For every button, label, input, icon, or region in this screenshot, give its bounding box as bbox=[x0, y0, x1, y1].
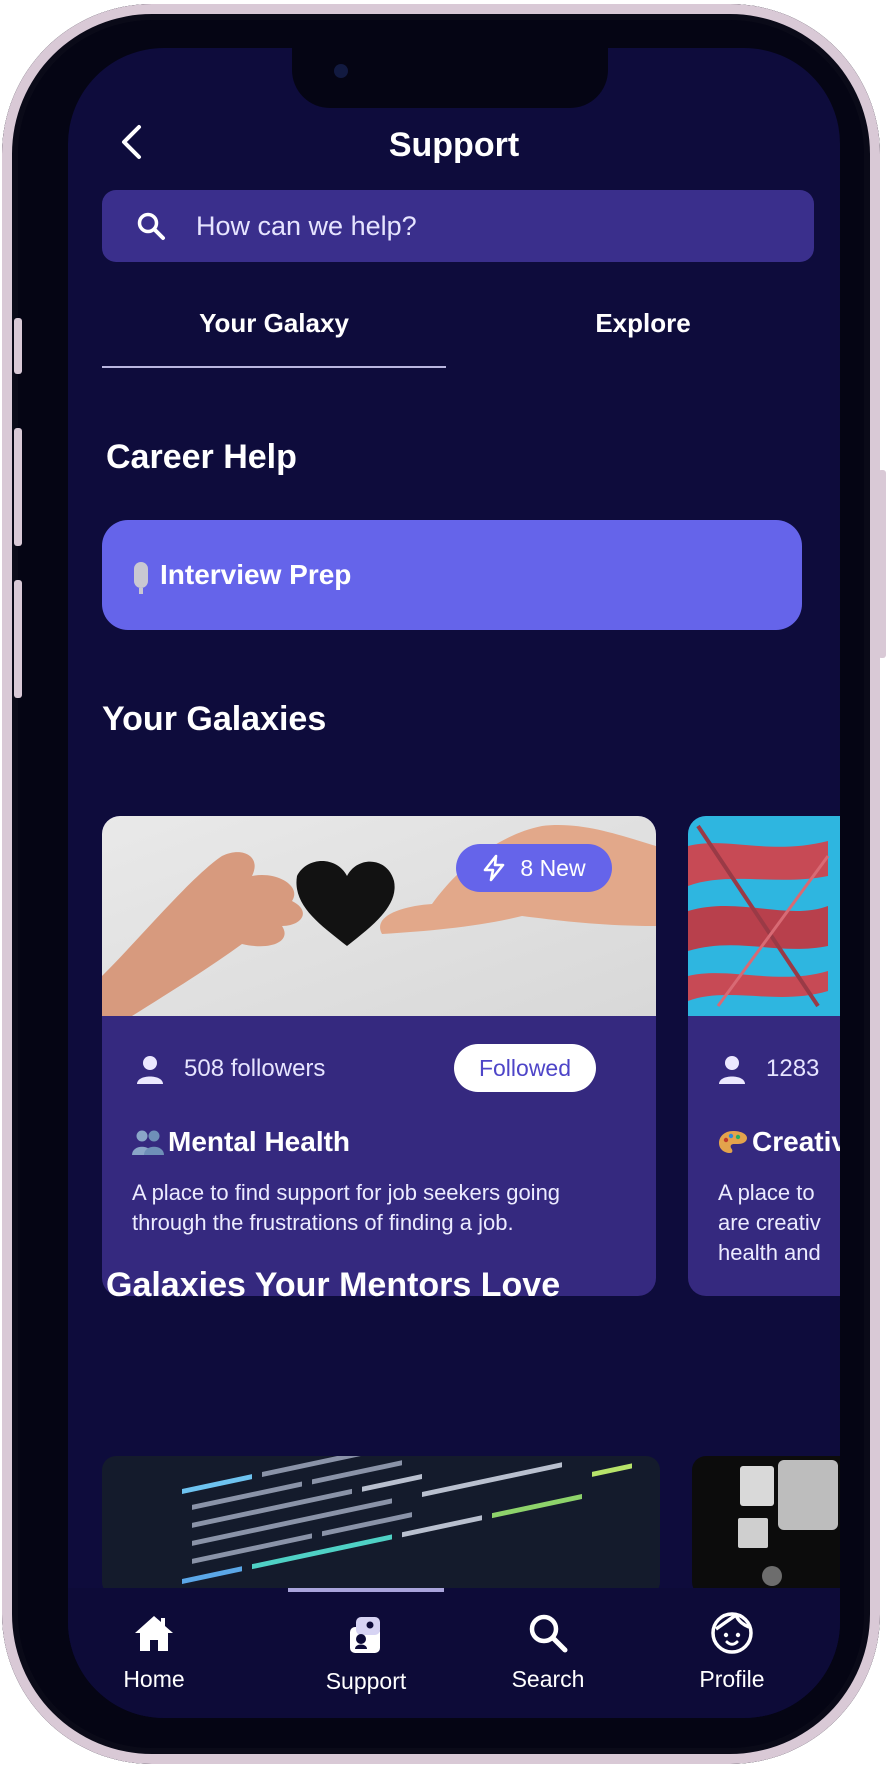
followers-count: 1283 bbox=[766, 1055, 820, 1082]
galaxy-title-text: Mental Health bbox=[168, 1126, 351, 1157]
career-help-title: Career Help bbox=[106, 438, 297, 476]
volume-down-button bbox=[14, 580, 22, 698]
nav-search[interactable]: Search bbox=[478, 1608, 618, 1693]
app-screen: Support Your Galaxy Explore Career Help … bbox=[68, 48, 840, 1718]
card-image-paint bbox=[688, 816, 840, 1016]
followed-button[interactable]: Followed bbox=[454, 1044, 596, 1092]
galaxy-description: A place to are creativ health and bbox=[718, 1180, 821, 1265]
notch bbox=[292, 48, 608, 108]
your-galaxies-title: Your Galaxies bbox=[102, 700, 327, 738]
search-icon bbox=[137, 212, 165, 240]
galaxy-card-mental-health[interactable]: 8 New 508 followers Followed Mental Heal… bbox=[102, 816, 656, 1296]
nav-home[interactable]: Home bbox=[84, 1608, 224, 1693]
home-icon bbox=[135, 1616, 173, 1651]
people-icon bbox=[132, 1130, 164, 1155]
search-input[interactable] bbox=[196, 210, 756, 242]
galaxy-title: Creativ bbox=[718, 1126, 840, 1158]
front-camera bbox=[334, 64, 348, 78]
search-bar[interactable] bbox=[102, 190, 814, 262]
nav-search-label: Search bbox=[511, 1666, 585, 1692]
tab-your-galaxy[interactable]: Your Galaxy bbox=[102, 308, 446, 368]
search-icon bbox=[529, 1614, 568, 1653]
mentors-love-title: Galaxies Your Mentors Love bbox=[106, 1266, 561, 1304]
galaxy-title-text: Creativ bbox=[752, 1126, 840, 1157]
interview-prep-button[interactable]: Interview Prep bbox=[102, 520, 802, 630]
profile-icon bbox=[711, 1612, 753, 1654]
followers-row: 508 followers bbox=[136, 1054, 325, 1084]
nav-profile-label: Profile bbox=[699, 1666, 765, 1692]
mute-switch bbox=[14, 318, 22, 374]
new-posts-label: 8 New bbox=[520, 854, 586, 881]
tab-explore[interactable]: Explore bbox=[472, 308, 814, 368]
page-title: Support bbox=[388, 126, 520, 164]
galaxy-description: A place to find support for job seekers … bbox=[132, 1180, 561, 1235]
followers-count: 508 followers bbox=[184, 1055, 326, 1082]
nav-profile[interactable]: Profile bbox=[662, 1608, 802, 1693]
top-bar: Support bbox=[68, 108, 840, 178]
palette-icon bbox=[719, 1131, 747, 1153]
nav-home-label: Home bbox=[123, 1666, 185, 1692]
person-icon bbox=[137, 1056, 163, 1084]
mentor-galaxy-card-desk[interactable] bbox=[692, 1456, 840, 1596]
card-image-hands-heart: 8 New bbox=[102, 816, 656, 1016]
nav-support[interactable]: Support bbox=[296, 1610, 436, 1695]
microphone-icon bbox=[134, 562, 148, 594]
bottom-nav: Home Support Search Profile bbox=[68, 1588, 840, 1718]
galaxy-title: Mental Health bbox=[132, 1126, 350, 1158]
followers-row: 1283 bbox=[718, 1054, 819, 1084]
galaxy-card-creativity[interactable]: 1283 Creativ A place to are creativ heal… bbox=[688, 816, 840, 1296]
new-posts-badge: 8 New bbox=[456, 844, 612, 892]
interview-prep-label: Interview Prep bbox=[160, 559, 352, 590]
tab-bar: Your Galaxy Explore bbox=[102, 308, 814, 368]
mentor-galaxy-card-code[interactable] bbox=[102, 1456, 660, 1596]
nav-support-label: Support bbox=[325, 1668, 407, 1694]
lightning-icon bbox=[484, 854, 505, 882]
volume-up-button bbox=[14, 428, 22, 546]
active-tab-indicator bbox=[288, 1588, 444, 1592]
person-icon bbox=[719, 1056, 745, 1084]
support-icon bbox=[350, 1617, 380, 1653]
power-button bbox=[878, 470, 886, 658]
